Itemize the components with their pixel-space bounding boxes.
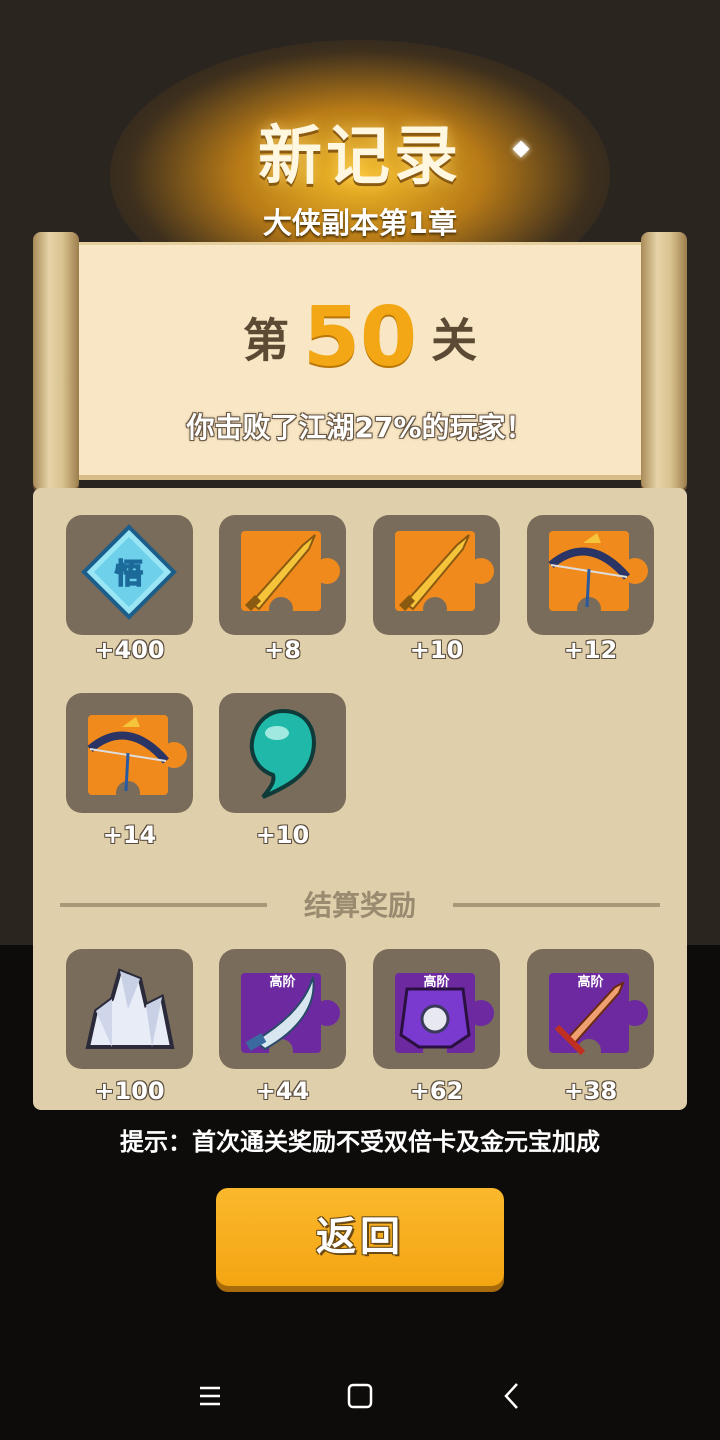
settlement-slot[interactable]: 高阶 [373,949,500,1069]
level-suffix: 关 [431,313,478,368]
golden-sword-fragment-icon [395,531,494,621]
beat-percentage-text: 你击败了江湖27%的玩家！ [186,411,534,444]
back-nav-icon[interactable] [490,1374,534,1418]
dark-bow-fragment-icon [87,715,187,805]
purple-sabre-fragment-icon [241,973,340,1063]
scroll-roller-right [641,232,687,490]
reward-amount: +10 [255,821,310,849]
dark-bow-fragment-icon [548,531,648,621]
tier-label: 高阶 [423,975,450,990]
golden-sword-fragment-icon [241,531,340,621]
settlement-amount: +44 [255,1077,310,1105]
crystal-ore-icon [85,968,175,1049]
reward-amount: +10 [409,636,464,664]
reward-amount: +12 [563,636,618,664]
scroll-roller-left [33,232,79,490]
reward-amount: +14 [102,821,157,849]
wu-enlightenment-icon: 悟 [81,524,177,620]
settlement-amount: +62 [409,1077,464,1105]
settlement-title: 结算奖励 [303,889,416,922]
reward-slot[interactable]: 悟 [66,515,193,635]
system-nav-bar [0,1350,720,1440]
reward-amount: +8 [264,636,301,664]
level-prefix: 第 [242,313,289,368]
back-button[interactable]: 返回 [216,1188,504,1286]
settlement-slot[interactable]: 高阶 [219,949,346,1069]
reward-slot[interactable] [66,693,193,813]
reward-slot[interactable] [219,693,346,813]
home-icon[interactable] [338,1374,382,1418]
menu-icon[interactable] [188,1374,232,1418]
reward-slot[interactable] [527,515,654,635]
purple-armor-fragment-icon [395,973,494,1063]
settlement-amount: +100 [94,1077,165,1105]
level-number: 50 [302,290,418,385]
reward-slot[interactable] [373,515,500,635]
purple-sword-fragment-icon [549,973,648,1063]
hint-text: 提示：首次通关奖励不受双倍卡及金元宝加成 [120,1128,600,1156]
svg-text:悟: 悟 [115,557,143,590]
tier-label: 高阶 [269,975,296,990]
teal-jade-orb-icon [249,708,316,799]
settlement-slot[interactable]: 高阶 [527,949,654,1069]
reward-amount: +400 [94,636,165,664]
level-line: 第 50 关 [78,290,642,385]
reward-slot[interactable] [219,515,346,635]
new-record-title: 新记录 [258,120,462,194]
tier-label: 高阶 [577,975,604,990]
settlement-slot[interactable] [66,949,193,1069]
settlement-amount: +38 [563,1077,618,1105]
chapter-subtitle: 大侠副本第1章 [262,206,458,240]
